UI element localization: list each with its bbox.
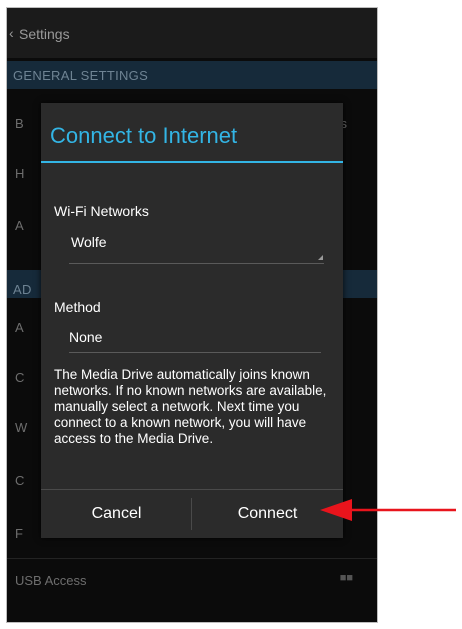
section-header-label: AD: [13, 282, 32, 297]
settings-row-label: USB Access: [15, 573, 87, 588]
section-header-general: GENERAL SETTINGS: [7, 61, 377, 89]
wifi-network-spinner[interactable]: Wolfe: [71, 234, 107, 250]
dropdown-corner-icon: [318, 255, 323, 260]
settings-row-label: B: [15, 116, 24, 131]
device-screen: ‹ Settings GENERAL SETTINGS B s H A AD A…: [6, 7, 378, 623]
cancel-button[interactable]: Cancel: [41, 490, 192, 538]
dialog-description: The Media Drive automatically joins know…: [54, 367, 327, 446]
back-to-settings[interactable]: Settings: [19, 26, 70, 42]
row-divider: [7, 558, 377, 559]
method-label: Method: [54, 299, 101, 315]
settings-row-label: F: [15, 526, 23, 541]
wifi-networks-label: Wi-Fi Networks: [54, 203, 149, 219]
settings-row-label: W: [15, 420, 28, 435]
red-arrow-icon: [320, 499, 456, 521]
settings-row-label: C: [15, 370, 25, 385]
settings-row-label: H: [15, 166, 25, 181]
toggle-switch-icon[interactable]: ■■: [340, 572, 353, 584]
connect-to-internet-dialog: Connect to Internet Wi-Fi Networks Wolfe…: [41, 103, 343, 538]
spinner-underline: [69, 263, 324, 264]
dialog-title-divider: [41, 161, 343, 163]
method-underline: [69, 352, 321, 353]
back-chevron-icon[interactable]: ‹: [9, 25, 14, 41]
settings-row-label: A: [15, 320, 24, 335]
dialog-title: Connect to Internet: [50, 123, 238, 148]
section-header-label: GENERAL SETTINGS: [13, 68, 149, 83]
action-bar: ‹ Settings: [7, 8, 377, 58]
settings-row-label: C: [15, 473, 25, 488]
settings-row-label: A: [15, 218, 24, 233]
method-field[interactable]: None: [69, 329, 102, 345]
